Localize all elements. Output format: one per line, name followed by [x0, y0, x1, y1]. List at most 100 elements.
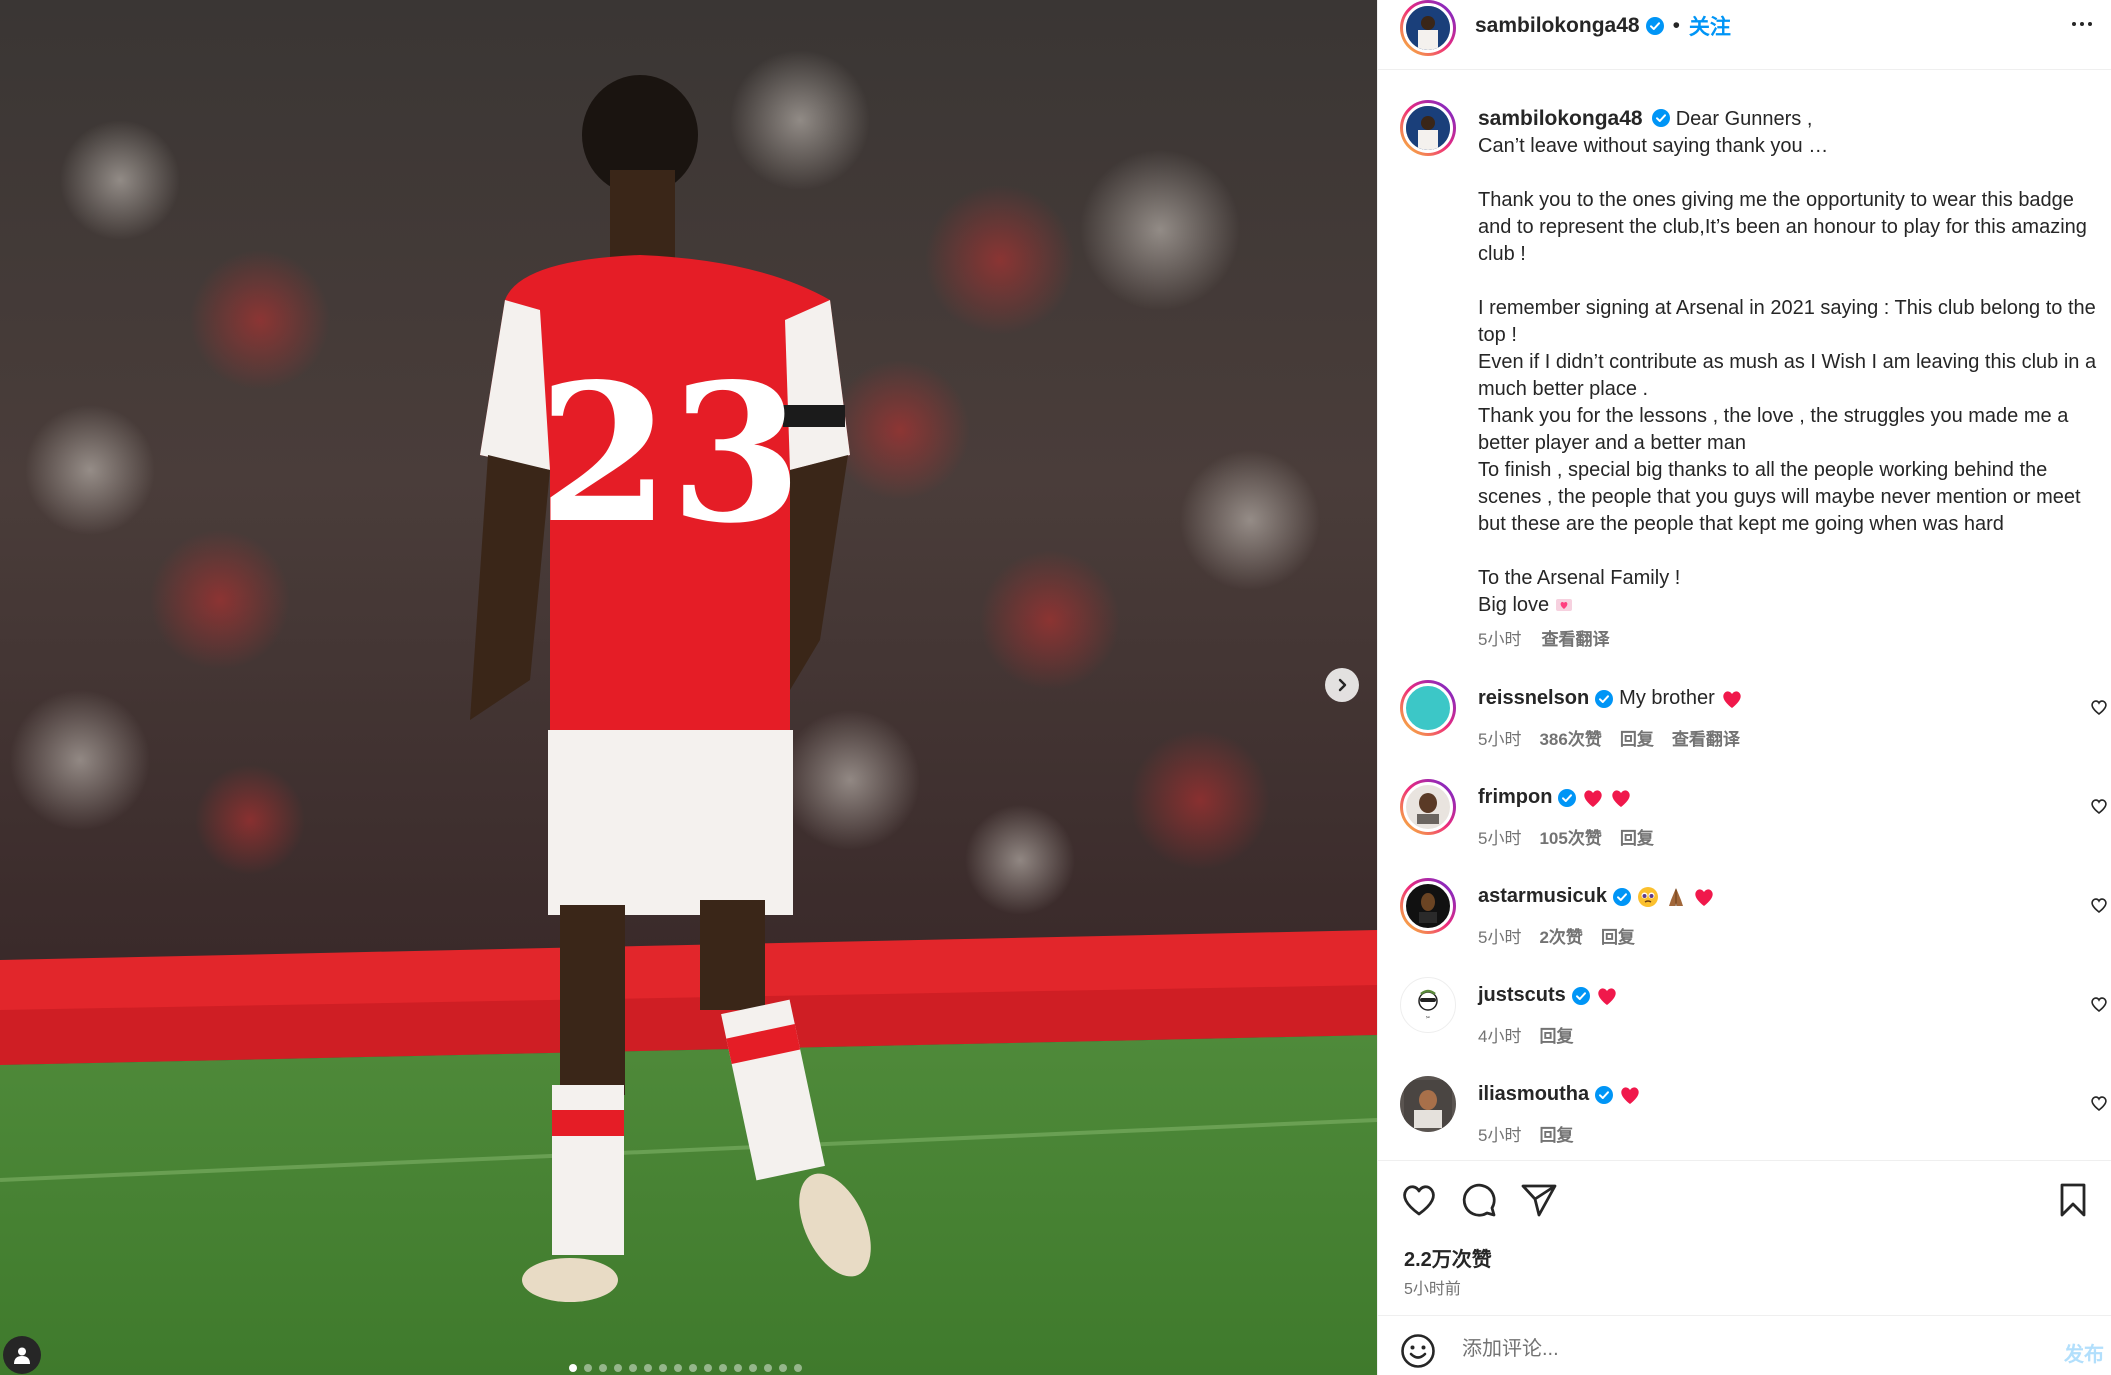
- red-heart-emoji-icon: [1598, 987, 1616, 1005]
- avatar[interactable]: ✂: [1400, 977, 1456, 1033]
- speech-bubble-icon: [1462, 1183, 1496, 1217]
- comment-likes-count[interactable]: 105次赞: [1539, 824, 1601, 849]
- folded-hands-emoji-icon: [1668, 887, 1683, 906]
- more-dot: [2072, 22, 2076, 26]
- heart-letter-emoji-icon: [1555, 599, 1572, 611]
- reply-button[interactable]: 回复: [1539, 1121, 1573, 1146]
- pleading-face-emoji-icon: [1637, 886, 1658, 907]
- reply-button[interactable]: 回复: [1601, 923, 1635, 948]
- verified-badge-icon: [1612, 887, 1631, 906]
- comment-timestamp: 5小时: [1478, 1126, 1522, 1145]
- caption-text: Can’t leave without saying thank you … T…: [1478, 135, 2097, 616]
- red-heart-emoji-icon: [1612, 789, 1631, 807]
- carousel-dot: [674, 1364, 682, 1372]
- bookmark-icon: [2060, 1183, 2086, 1217]
- caption-timestamp: 5小时: [1478, 630, 1522, 649]
- comment-timestamp: 5小时: [1478, 730, 1522, 749]
- red-heart-emoji-icon: [1695, 888, 1713, 906]
- caption-text-block: sambilokonga48 Dear Gunners , Can’t leav…: [1478, 105, 2103, 619]
- heart-icon: [1403, 1185, 1435, 1216]
- more-options-button[interactable]: [2062, 14, 2102, 34]
- comment-item: astarmusicuk 5小时 2次赞 回复: [1378, 873, 2111, 972]
- comment-username[interactable]: reissnelson: [1478, 687, 1589, 710]
- verified-badge-icon: [1595, 1085, 1614, 1104]
- verified-badge-icon: [1571, 986, 1590, 1005]
- carousel-dot: [719, 1364, 727, 1372]
- avatar[interactable]: [1400, 878, 1456, 934]
- carousel-dot: [734, 1364, 742, 1372]
- comment-username[interactable]: iliasmoutha: [1478, 1083, 1589, 1106]
- reply-button[interactable]: 回复: [1539, 1022, 1573, 1047]
- carousel-dot: [764, 1364, 772, 1372]
- verified-badge-icon: [1652, 109, 1671, 127]
- carousel-dot: [614, 1364, 622, 1372]
- see-translation-link[interactable]: 查看翻译: [1541, 625, 1609, 650]
- comment-text: My brother: [1619, 687, 1715, 709]
- like-button[interactable]: [1400, 1181, 1438, 1219]
- post-media[interactable]: 23: [0, 0, 1377, 1375]
- carousel-dot: [599, 1364, 607, 1372]
- see-translation-link[interactable]: 查看翻译: [1672, 725, 1740, 750]
- comment-composer: 发布: [1378, 1315, 2111, 1375]
- comment-username[interactable]: justscuts: [1478, 984, 1566, 1007]
- avatar[interactable]: [1400, 100, 1456, 156]
- verified-badge-icon: [1645, 17, 1664, 35]
- comment-timestamp: 5小时: [1478, 829, 1522, 848]
- post-sidebar: sambilokonga48 • 关注 sambilokonga48 Dear …: [1377, 0, 2111, 1375]
- author-username[interactable]: sambilokonga48: [1475, 14, 1640, 38]
- verified-badge-icon: [1558, 788, 1577, 807]
- svg-text:✂: ✂: [1426, 1015, 1430, 1021]
- avatar[interactable]: [1400, 779, 1456, 835]
- follow-button[interactable]: 关注: [1689, 11, 1731, 41]
- comment-likes-count[interactable]: 386次赞: [1539, 725, 1601, 750]
- avatar[interactable]: [1400, 680, 1456, 736]
- separator-dot: •: [1672, 14, 1680, 37]
- comment-username[interactable]: frimpon: [1478, 786, 1552, 809]
- like-comment-heart-icon[interactable]: [2090, 996, 2108, 1012]
- carousel-dot: [794, 1364, 802, 1372]
- like-comment-heart-icon[interactable]: [2090, 699, 2108, 715]
- like-comment-heart-icon[interactable]: [2090, 1095, 2108, 1111]
- carousel-dot: [584, 1364, 592, 1372]
- tagged-users-button[interactable]: [3, 1336, 41, 1374]
- chevron-right-icon: [1338, 678, 1347, 692]
- smiley-icon[interactable]: [1400, 1333, 1436, 1369]
- red-heart-emoji-icon: [1621, 1086, 1639, 1104]
- reply-button[interactable]: 回复: [1620, 824, 1654, 849]
- jersey-number: 23: [538, 342, 802, 565]
- reply-button[interactable]: 回复: [1620, 725, 1654, 750]
- caption-username[interactable]: sambilokonga48: [1478, 107, 1643, 130]
- comment-item: iliasmoutha 5小时 回复: [1378, 1071, 2111, 1170]
- post-actions: 2.2万次赞 5小时前: [1378, 1160, 2111, 1315]
- carousel-dot: [659, 1364, 667, 1372]
- comment-input[interactable]: [1462, 1332, 1982, 1366]
- share-button[interactable]: [1520, 1181, 1558, 1219]
- avatar[interactable]: [1400, 0, 1456, 56]
- carousel-indicator: [569, 1364, 802, 1372]
- comment-timestamp: 5小时: [1478, 928, 1522, 947]
- comment-button[interactable]: [1460, 1181, 1498, 1219]
- red-heart-emoji-icon: [1723, 690, 1741, 708]
- post-comment-button[interactable]: 发布: [2064, 1338, 2104, 1367]
- post-timestamp: 5小时前: [1404, 1281, 1461, 1298]
- comment-item: reissnelson My brother 5小时 386次赞 回复 查看翻译: [1378, 675, 2111, 774]
- comment-username[interactable]: astarmusicuk: [1478, 885, 1607, 908]
- verified-badge-icon: [1595, 689, 1614, 708]
- avatar[interactable]: [1400, 1076, 1456, 1132]
- more-dot: [2080, 22, 2084, 26]
- post-header: sambilokonga48 • 关注: [1378, 0, 2111, 70]
- red-heart-emoji-icon: [1584, 789, 1603, 807]
- comment-item: frimpon 5小时 105次赞 回复: [1378, 774, 2111, 873]
- like-comment-heart-icon[interactable]: [2090, 897, 2108, 913]
- next-slide-button[interactable]: [1325, 668, 1359, 702]
- comment-likes-count[interactable]: 2次赞: [1539, 923, 1582, 948]
- more-dot: [2088, 22, 2092, 26]
- likes-count[interactable]: 2.2万次赞: [1404, 1243, 1492, 1272]
- carousel-dot: [689, 1364, 697, 1372]
- comment-item: ✂ justscuts 4小时 回复: [1378, 972, 2111, 1071]
- save-button[interactable]: [2054, 1181, 2092, 1219]
- carousel-dot: [779, 1364, 787, 1372]
- like-comment-heart-icon[interactable]: [2090, 798, 2108, 814]
- carousel-dot: [704, 1364, 712, 1372]
- caption-greeting: Dear Gunners ,: [1675, 108, 1813, 130]
